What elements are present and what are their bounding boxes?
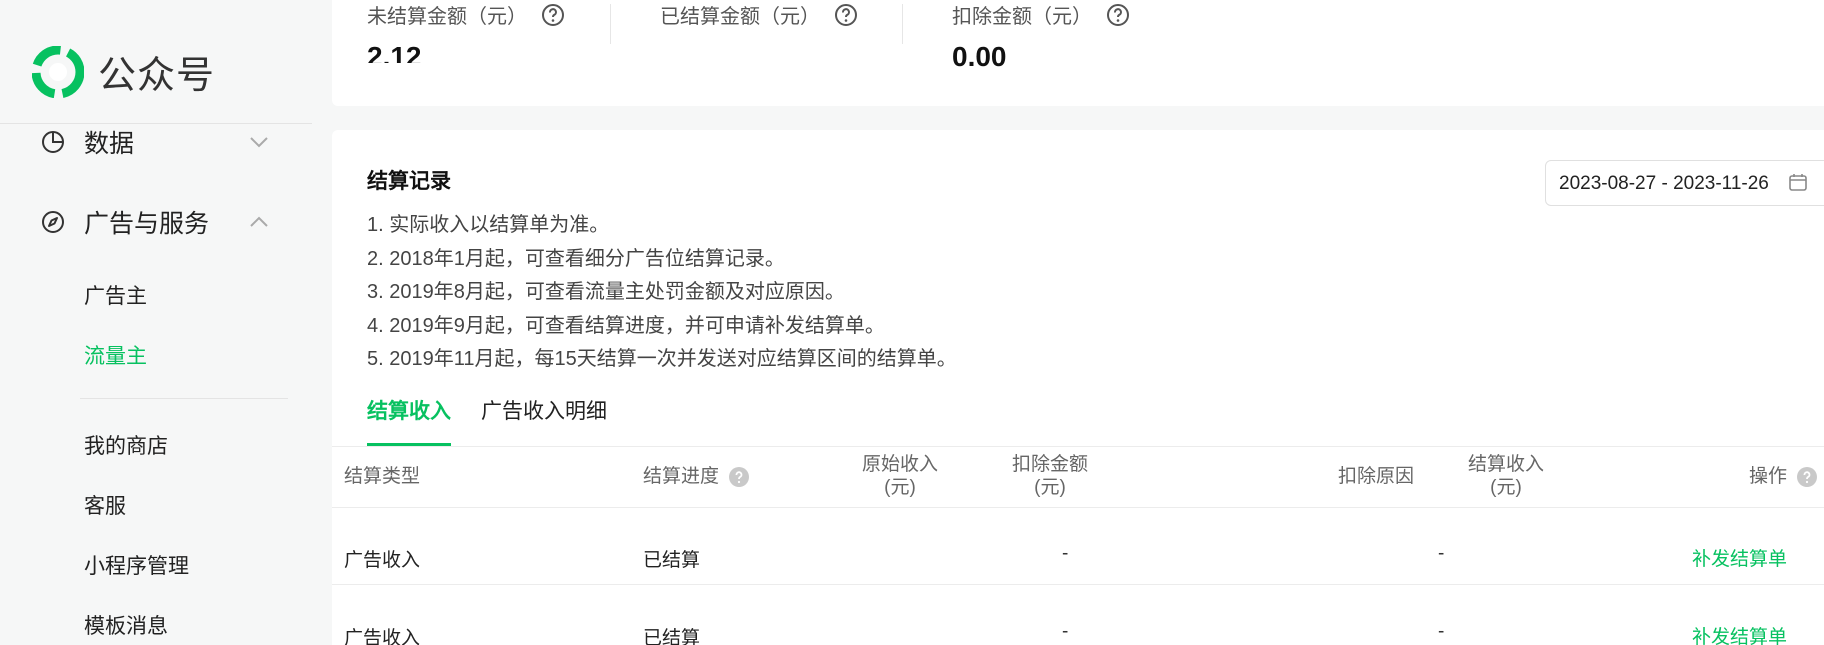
chevron-up-icon	[250, 216, 268, 227]
section-title: 结算记录	[367, 170, 451, 193]
stat-settled: 已结算金额（元）	[660, 0, 858, 75]
note-item: 3. 2019年8月起，可查看流量主处罚金额及对应原因。	[367, 281, 845, 303]
cell-deduct-reason: -	[1438, 621, 1445, 642]
reissue-statement-link[interactable]: 补发结算单	[1692, 622, 1787, 645]
help-icon[interactable]	[834, 3, 858, 27]
column-type: 结算类型	[344, 466, 421, 487]
settlement-card: 结算记录 2023-08-27 - 2023-11-26 1. 实际收入以结算单…	[332, 130, 1824, 645]
sidebar-sub-divider	[80, 398, 288, 399]
date-range-picker[interactable]: 2023-08-27 - 2023-11-26	[1545, 160, 1824, 206]
row-divider	[332, 507, 1824, 508]
calendar-icon	[1789, 174, 1807, 191]
cell-type: 广告收入	[344, 628, 421, 645]
cell-progress: 已结算	[643, 628, 701, 645]
stat-divider	[902, 4, 903, 44]
wechat-logo-icon	[32, 45, 84, 98]
sidebar-item-publisher[interactable]: 流量主	[84, 340, 147, 370]
reissue-statement-link[interactable]: 补发结算单	[1692, 544, 1787, 571]
note-item: 5. 2019年11月起，每15天结算一次并发送对应结算区间的结算单。	[367, 348, 957, 370]
chevron-down-icon	[250, 137, 268, 148]
cell-deducted-amount: -	[1062, 621, 1069, 642]
help-icon[interactable]	[729, 466, 750, 487]
stat-unsettled: 未结算金额（元） 2.12	[367, 0, 565, 63]
help-icon[interactable]	[541, 3, 565, 27]
row-divider	[332, 584, 1824, 585]
sidebar-item-template-message[interactable]: 模板消息	[84, 610, 168, 640]
cell-progress: 已结算	[643, 550, 701, 571]
stat-label: 已结算金额（元）	[660, 6, 820, 28]
stats-card: 未结算金额（元） 2.12 已结算金额（元） 扣除金额（元） 0.00	[332, 0, 1824, 106]
stat-label: 扣除金额（元）	[952, 6, 1092, 28]
app-logo[interactable]: 公众号	[32, 44, 215, 99]
column-deducted-amount: 扣除金额 (元)	[1011, 454, 1088, 498]
nav-group-data[interactable]: 数据	[40, 122, 270, 162]
sidebar-item-advertiser[interactable]: 广告主	[84, 280, 147, 310]
note-item: 1. 实际收入以结算单为准。	[367, 214, 610, 236]
pie-chart-icon	[42, 131, 64, 153]
note-item: 4. 2019年9月起，可查看结算进度，并可申请补发结算单。	[367, 314, 885, 337]
sidebar-item-my-store[interactable]: 我的商店	[84, 430, 168, 460]
note-item: 2. 2018年1月起，可查看细分广告位结算记录。	[367, 247, 785, 270]
nav-group-ads-services[interactable]: 广告与服务	[40, 202, 270, 242]
settlement-notes: 1. 实际收入以结算单为准。 2. 2018年1月起，可查看细分广告位结算记录。…	[367, 209, 957, 377]
stat-label: 未结算金额（元）	[367, 6, 527, 28]
sidebar-item-mini-program[interactable]: 小程序管理	[84, 550, 189, 580]
column-original-income: 原始收入 (元)	[861, 454, 938, 498]
stat-deducted: 扣除金额（元） 0.00	[952, 0, 1130, 75]
column-action: 操作	[1622, 465, 1817, 488]
stat-value	[660, 41, 858, 75]
column-settled-income: 结算收入 (元)	[1467, 454, 1544, 498]
app-name: 公众号	[98, 55, 216, 97]
help-icon[interactable]	[1106, 3, 1130, 27]
settlement-tabs: 结算收入 广告收入明细	[367, 395, 637, 447]
sidebar: 公众号 数据 广告与服务 广告主 流量主 我的商店 客服 小程序管理 模板消息	[0, 0, 312, 645]
stat-value: 2.12	[367, 41, 422, 63]
compass-icon	[42, 211, 64, 233]
tab-ad-income-detail[interactable]: 广告收入明细	[481, 395, 607, 447]
cell-deduct-reason: -	[1438, 543, 1445, 564]
cell-type: 广告收入	[344, 550, 421, 571]
table-header: 结算类型 结算进度 原始收入 (元) 扣除金额 (元) 扣除原因 结算收入 (元…	[332, 447, 1824, 507]
cell-deducted-amount: -	[1062, 543, 1069, 564]
nav-group-label: 广告与服务	[84, 210, 210, 238]
stat-value: 0.00	[952, 41, 1007, 72]
column-deduct-reason: 扣除原因	[1337, 466, 1414, 487]
nav-group-label: 数据	[84, 130, 135, 158]
tab-settlement-income[interactable]: 结算收入	[367, 395, 451, 447]
stat-divider	[610, 4, 611, 44]
help-icon[interactable]	[1797, 466, 1817, 487]
date-range-value: 2023-08-27 - 2023-11-26	[1559, 173, 1769, 194]
sidebar-item-customer-service[interactable]: 客服	[84, 490, 126, 520]
column-progress: 结算进度	[643, 465, 750, 488]
